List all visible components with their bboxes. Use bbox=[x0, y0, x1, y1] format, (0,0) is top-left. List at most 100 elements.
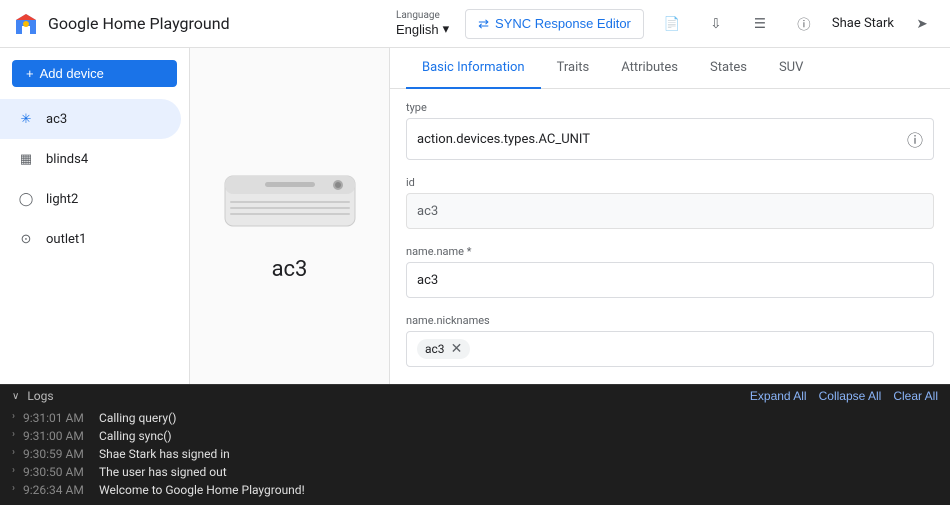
tab-traits[interactable]: Traits bbox=[541, 48, 606, 89]
id-label: id bbox=[406, 176, 934, 189]
log-time-2: 9:31:00 AM bbox=[23, 429, 91, 443]
field-type: type action.devices.types.AC_UNIT ⓘ bbox=[406, 101, 934, 160]
sync-icon: ⇄ bbox=[478, 16, 489, 32]
clear-all-button[interactable]: Clear All bbox=[893, 389, 938, 403]
field-name: name.name * ac3 bbox=[406, 245, 934, 298]
log-entry-2: › 9:31:00 AM Calling sync() bbox=[0, 427, 950, 445]
app-title: Google Home Playground bbox=[48, 14, 230, 33]
sidebar-item-light2[interactable]: ◯ light2 bbox=[0, 179, 181, 219]
ac-unit-image bbox=[220, 161, 360, 231]
snowflake-icon: ✳ bbox=[16, 109, 36, 129]
field-default-names: name.defaultNames bbox=[406, 383, 934, 384]
history-icon-button[interactable]: ☰ bbox=[744, 8, 776, 40]
device-name-ac3: ac3 bbox=[46, 112, 67, 127]
language-value: English bbox=[396, 22, 439, 37]
logo-icon bbox=[12, 10, 40, 38]
type-help-icon[interactable]: ⓘ bbox=[907, 127, 923, 151]
log-entry-3: › 9:30:59 AM Shae Stark has signed in bbox=[0, 445, 950, 463]
default-names-label: name.defaultNames bbox=[406, 383, 934, 384]
app-header: Google Home Playground Language English … bbox=[0, 0, 950, 48]
info-content: type action.devices.types.AC_UNIT ⓘ id a… bbox=[390, 89, 950, 384]
tabs-bar: Basic Information Traits Attributes Stat… bbox=[390, 48, 950, 89]
name-label: name.name * bbox=[406, 245, 934, 258]
logo-area: Google Home Playground bbox=[12, 10, 230, 38]
outlet-icon: ⊙ bbox=[16, 229, 36, 249]
help-icon-button[interactable]: ⓘ bbox=[788, 8, 820, 40]
log-time-4: 9:30:50 AM bbox=[23, 465, 91, 479]
sync-response-editor-button[interactable]: ⇄ SYNC Response Editor bbox=[465, 9, 644, 39]
add-device-button[interactable]: + Add device bbox=[12, 60, 177, 87]
user-name[interactable]: Shae Stark bbox=[832, 16, 894, 31]
logs-header[interactable]: ∨ Logs Expand All Collapse All Clear All bbox=[0, 384, 950, 407]
nickname-text: ac3 bbox=[425, 342, 445, 356]
tab-states[interactable]: States bbox=[694, 48, 763, 89]
type-value: action.devices.types.AC_UNIT ⓘ bbox=[406, 118, 934, 160]
tab-suv[interactable]: SUV bbox=[763, 48, 819, 89]
log-message-5: Welcome to Google Home Playground! bbox=[99, 483, 305, 497]
log-chevron-icon-3[interactable]: › bbox=[12, 447, 15, 458]
download-icon-button[interactable]: ⇩ bbox=[700, 8, 732, 40]
language-selector[interactable]: Language English ▾ bbox=[396, 10, 449, 37]
log-entry-4: › 9:30:50 AM The user has signed out bbox=[0, 463, 950, 481]
device-name-blinds4: blinds4 bbox=[46, 152, 88, 167]
log-time-1: 9:31:01 AM bbox=[23, 411, 91, 425]
field-nicknames: name.nicknames ac3 ✕ bbox=[406, 314, 934, 367]
history-icon: ☰ bbox=[754, 16, 766, 32]
sync-btn-label: SYNC Response Editor bbox=[495, 16, 631, 31]
collapse-all-button[interactable]: Collapse All bbox=[819, 389, 882, 403]
nicknames-value: ac3 ✕ bbox=[406, 331, 934, 367]
device-name-light2: light2 bbox=[46, 192, 78, 207]
chevron-down-icon: ▾ bbox=[443, 21, 450, 37]
device-info-panel: Basic Information Traits Attributes Stat… bbox=[390, 48, 950, 384]
log-message-4: The user has signed out bbox=[99, 465, 227, 479]
tab-attributes[interactable]: Attributes bbox=[605, 48, 694, 89]
field-id: id ac3 bbox=[406, 176, 934, 229]
device-image bbox=[220, 151, 360, 241]
id-value: ac3 bbox=[406, 193, 934, 229]
device-preview-label: ac3 bbox=[272, 257, 308, 282]
plus-icon: + bbox=[26, 66, 34, 81]
log-chevron-icon-5[interactable]: › bbox=[12, 483, 15, 494]
language-label: Language bbox=[396, 10, 440, 21]
device-name-outlet1: outlet1 bbox=[46, 232, 86, 247]
sidebar-item-blinds4[interactable]: ▦ blinds4 bbox=[0, 139, 181, 179]
add-device-label: Add device bbox=[40, 66, 104, 81]
name-value[interactable]: ac3 bbox=[406, 262, 934, 298]
sign-out-button[interactable]: ➤ bbox=[906, 8, 938, 40]
logs-chevron-icon: ∨ bbox=[12, 391, 19, 402]
device-preview-panel: ac3 bbox=[190, 48, 390, 384]
log-time-5: 9:26:34 AM bbox=[23, 483, 91, 497]
logs-title: Logs bbox=[27, 389, 53, 403]
sidebar-item-outlet1[interactable]: ⊙ outlet1 bbox=[0, 219, 181, 259]
help-icon: ⓘ bbox=[797, 14, 810, 33]
sidebar-item-ac3[interactable]: ✳ ac3 bbox=[0, 99, 181, 139]
log-entry-1: › 9:31:01 AM Calling query() bbox=[0, 409, 950, 427]
type-label: type bbox=[406, 101, 934, 114]
log-time-3: 9:30:59 AM bbox=[23, 447, 91, 461]
device-list-sidebar: + Add device ✳ ac3 ▦ blinds4 ◯ light2 ⊙ … bbox=[0, 48, 190, 384]
log-chevron-icon-2[interactable]: › bbox=[12, 429, 15, 440]
log-message-1: Calling query() bbox=[99, 411, 176, 425]
expand-all-button[interactable]: Expand All bbox=[750, 389, 807, 403]
blinds-icon: ▦ bbox=[16, 149, 36, 169]
sign-out-icon: ➤ bbox=[916, 16, 927, 32]
nickname-tag-ac3: ac3 ✕ bbox=[417, 339, 470, 359]
logs-section: ∨ Logs Expand All Collapse All Clear All… bbox=[0, 384, 950, 505]
log-chevron-icon-4[interactable]: › bbox=[12, 465, 15, 476]
logs-actions: Expand All Collapse All Clear All bbox=[750, 389, 938, 403]
device-list: ✳ ac3 ▦ blinds4 ◯ light2 ⊙ outlet1 bbox=[0, 99, 189, 384]
log-message-3: Shae Stark has signed in bbox=[99, 447, 230, 461]
logs-content: › 9:31:01 AM Calling query() › 9:31:00 A… bbox=[0, 407, 950, 505]
tab-basic-information[interactable]: Basic Information bbox=[406, 48, 541, 89]
main-area: + Add device ✳ ac3 ▦ blinds4 ◯ light2 ⊙ … bbox=[0, 48, 950, 384]
log-message-2: Calling sync() bbox=[99, 429, 172, 443]
log-chevron-icon[interactable]: › bbox=[12, 411, 15, 422]
language-dropdown[interactable]: English ▾ bbox=[396, 21, 449, 37]
download-icon: ⇩ bbox=[710, 16, 721, 32]
export-icon-button[interactable]: 📄 bbox=[656, 8, 688, 40]
nickname-remove-icon[interactable]: ✕ bbox=[451, 341, 463, 357]
export-icon: 📄 bbox=[664, 16, 681, 32]
log-entry-5: › 9:26:34 AM Welcome to Google Home Play… bbox=[0, 481, 950, 499]
nicknames-label: name.nicknames bbox=[406, 314, 934, 327]
lightbulb-icon: ◯ bbox=[16, 189, 36, 209]
